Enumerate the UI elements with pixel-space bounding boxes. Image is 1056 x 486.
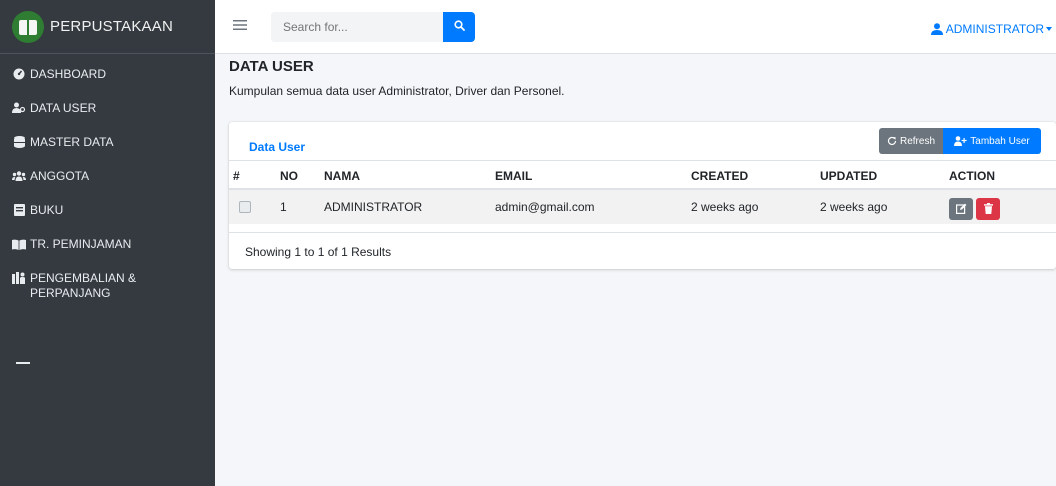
column-header-email[interactable]: EMAIL bbox=[495, 161, 532, 191]
cell-nama: ADMINISTRATOR bbox=[324, 200, 423, 214]
user-menu[interactable]: ADMINISTRATOR bbox=[930, 22, 1052, 36]
column-header-check: # bbox=[233, 169, 240, 183]
sidebar-item-label: MASTER DATA bbox=[30, 135, 114, 149]
page-title: DATA USER bbox=[229, 58, 314, 75]
add-user-button[interactable]: Tambah User bbox=[943, 128, 1041, 154]
user-plus-icon bbox=[954, 136, 967, 146]
open-book-icon bbox=[12, 237, 26, 251]
table-footer: Showing 1 to 1 of 1 Results bbox=[229, 232, 1056, 269]
library-logo-icon bbox=[12, 10, 44, 43]
row-checkbox[interactable] bbox=[239, 201, 251, 213]
chevron-down-icon bbox=[1046, 27, 1052, 31]
sidebar-item-anggota[interactable]: ANGGOTA bbox=[0, 160, 215, 194]
data-user-card: Data User Refresh Tambah User # NO NAMA … bbox=[229, 122, 1056, 269]
sidebar-item-label: PENGEMBALIAN & PERPANJANG bbox=[30, 271, 137, 300]
cell-updated: 2 weeks ago bbox=[820, 200, 888, 214]
page-description: Kumpulan semua data user Administrator, … bbox=[229, 84, 565, 98]
pagination-info: Showing 1 to 1 of 1 Results bbox=[245, 245, 392, 259]
table-row: 1 ADMINISTRATOR admin@gmail.com 2 weeks … bbox=[229, 190, 1056, 224]
user-icon bbox=[930, 23, 943, 35]
cell-created: 2 weeks ago bbox=[691, 200, 759, 214]
table-header: # NO NAMA EMAIL CREATED UPDATED ACTION bbox=[229, 160, 1056, 190]
return-icon bbox=[12, 271, 26, 285]
sidebar-nav: DASHBOARD DATA USER MASTER DATA ANGGOTA … bbox=[0, 54, 215, 310]
edit-button[interactable] bbox=[949, 198, 973, 220]
sidebar-item-label: BUKU bbox=[30, 203, 64, 217]
sidebar-item-label: DATA USER bbox=[30, 101, 97, 115]
column-header-nama[interactable]: NAMA bbox=[324, 161, 360, 191]
column-header-action: ACTION bbox=[949, 169, 995, 183]
sidebar-item-dashboard[interactable]: DASHBOARD bbox=[0, 58, 215, 92]
column-header-updated[interactable]: UPDATED bbox=[820, 161, 877, 191]
menu-toggle-icon[interactable] bbox=[233, 18, 249, 36]
sidebar-item-master-data[interactable]: MASTER DATA bbox=[0, 126, 215, 160]
refresh-label: Refresh bbox=[899, 135, 935, 147]
refresh-icon bbox=[887, 136, 897, 146]
sidebar-item-label: TR. PEMINJAMAN bbox=[30, 237, 132, 251]
users-icon bbox=[12, 101, 26, 115]
sidebar: PERPUSTAKAAN DASHBOARD DATA USER MASTER … bbox=[0, 0, 215, 486]
delete-button[interactable] bbox=[976, 198, 1000, 220]
book-icon bbox=[12, 203, 26, 217]
cell-email: admin@gmail.com bbox=[495, 200, 595, 214]
sidebar-item-tr-peminjaman[interactable]: TR. PEMINJAMAN bbox=[0, 228, 215, 262]
cell-no: 1 bbox=[280, 200, 287, 214]
search-button[interactable] bbox=[443, 11, 475, 42]
search-icon bbox=[453, 19, 465, 34]
search-input[interactable] bbox=[271, 11, 443, 42]
column-header-no[interactable]: NO bbox=[280, 161, 298, 191]
sidebar-item-pengembalian[interactable]: PENGEMBALIAN & PERPANJANG bbox=[0, 262, 215, 310]
trash-icon bbox=[983, 202, 993, 217]
members-icon bbox=[12, 169, 26, 183]
user-name: ADMINISTRATOR bbox=[945, 22, 1044, 36]
column-header-created[interactable]: CREATED bbox=[691, 161, 748, 191]
topbar: ADMINISTRATOR bbox=[215, 0, 1056, 54]
search-group bbox=[271, 11, 475, 42]
edit-icon bbox=[955, 202, 967, 217]
database-icon bbox=[12, 135, 26, 149]
card-title: Data User bbox=[249, 140, 306, 154]
brand-name: PERPUSTAKAAN bbox=[50, 18, 173, 35]
tachometer-icon bbox=[12, 67, 26, 81]
brand-link[interactable]: PERPUSTAKAAN bbox=[0, 0, 215, 54]
add-user-label: Tambah User bbox=[970, 135, 1030, 147]
sidebar-item-data-user[interactable]: DATA USER bbox=[0, 92, 215, 126]
refresh-button[interactable]: Refresh bbox=[879, 128, 943, 154]
sidebar-divider bbox=[16, 362, 30, 364]
sidebar-item-label: ANGGOTA bbox=[30, 169, 90, 183]
sidebar-item-label: DASHBOARD bbox=[30, 67, 107, 81]
sidebar-item-buku[interactable]: BUKU bbox=[0, 194, 215, 228]
